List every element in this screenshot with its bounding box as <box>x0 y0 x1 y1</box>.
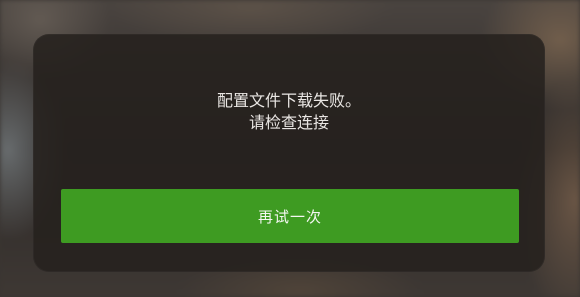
error-message: 配置文件下载失败。 请检查连接 <box>33 90 545 134</box>
error-message-line1: 配置文件下载失败。 <box>216 91 361 110</box>
error-message-line2: 请检查连接 <box>248 113 329 132</box>
error-dialog: 配置文件下载失败。 请检查连接 再试一次 <box>33 34 545 272</box>
retry-button[interactable]: 再试一次 <box>61 189 519 243</box>
